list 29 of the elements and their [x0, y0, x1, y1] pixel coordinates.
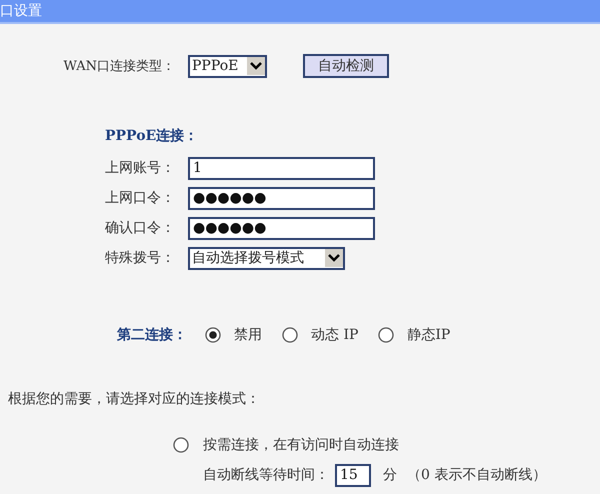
field-label: 第二连接： [117, 326, 188, 344]
hint-text: （0 表示不自动断线） [407, 466, 546, 484]
radio-label: 静态IP [407, 326, 450, 344]
detect-button[interactable]: 自动检测 [303, 54, 389, 78]
input-field[interactable]: ●●●●●● [188, 186, 375, 210]
radio-label: 禁用 [234, 326, 262, 344]
dropdown[interactable]: 自动选择拨号模式 [188, 246, 345, 270]
field-label: 特殊拨号： [104, 249, 176, 267]
radio-button[interactable] [173, 437, 189, 453]
field-label: 自动断线等待时间： [203, 466, 329, 484]
radio-button[interactable] [282, 327, 298, 343]
radio-button[interactable] [205, 327, 221, 343]
dropdown[interactable]: PPPoE [188, 54, 267, 78]
section-heading: PPPoE连接： [105, 127, 200, 146]
radio-label: 按需连接，在有访问时自动连接 [203, 436, 399, 454]
field-label: WAN口连接类型： [62, 58, 176, 75]
unit-label: 分 [383, 466, 397, 484]
field-label: 确认口令： [104, 219, 176, 237]
input-field[interactable]: ●●●●●● [188, 216, 375, 240]
input-field[interactable]: 15 [335, 464, 371, 486]
caret-icon [247, 57, 265, 75]
input-field[interactable]: 1 [188, 156, 375, 180]
field-label: 上网口令： [104, 189, 176, 207]
instruction-text: 根据您的需要，请选择对应的连接模式： [8, 390, 261, 409]
radio-button[interactable] [378, 327, 394, 343]
caret-icon [325, 249, 343, 267]
radio-label: 动态 IP [311, 326, 358, 344]
page-title: 口设置 [0, 2, 42, 20]
field-label: 上网账号： [104, 159, 176, 177]
